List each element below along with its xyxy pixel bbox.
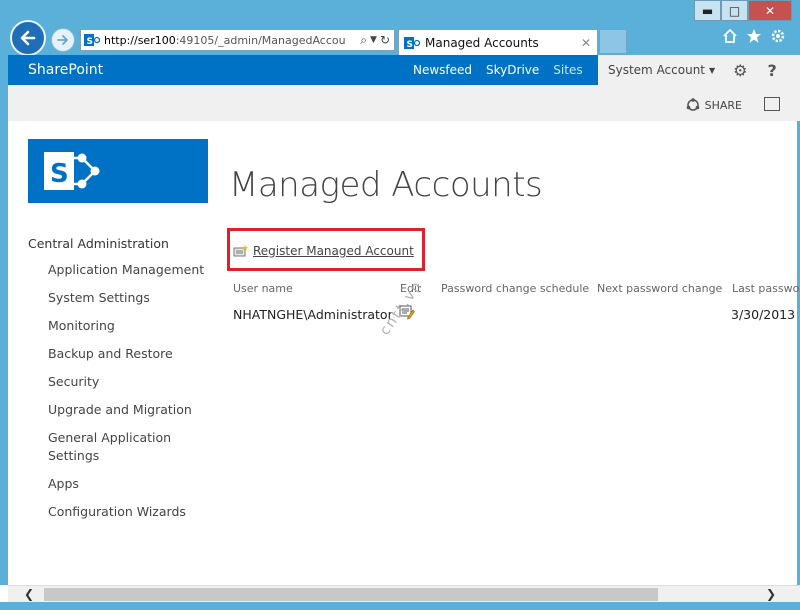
close-button[interactable]: ✕ [748,0,792,21]
sharepoint-favicon-icon: S [404,36,420,50]
scroll-left-icon[interactable]: ❮ [24,587,34,601]
svg-text:S: S [407,40,413,50]
scrollbar-thumb[interactable] [44,588,658,601]
page-title: Managed Accounts [229,165,543,205]
user-bar: System Account ▼ ⚙ ? [598,55,800,85]
tab-close-icon[interactable]: ✕ [581,36,597,50]
window-frame-bottom [0,602,800,610]
help-icon[interactable]: ? [768,61,777,80]
share-label: SHARE [704,98,742,112]
share-icon [686,98,699,111]
tab-managed-accounts[interactable]: S Managed Accounts ✕ [398,29,598,55]
window-controls: ▬ □ ✕ [694,0,792,21]
nav-header-central-administration[interactable]: Central Administration [28,236,218,251]
quick-launch: Central Administration Application Manag… [28,236,218,531]
user-name: System Account [608,63,706,77]
svg-text:S: S [87,37,93,47]
col-password-change-schedule[interactable]: Password change schedule [441,282,589,295]
scroll-right-icon[interactable]: ❯ [766,587,776,601]
nav-general-application-settings[interactable]: General Application Settings [28,429,218,465]
address-bar[interactable]: S http://ser100:49105/_admin/ManagedAcco… [80,29,395,51]
address-tools: ⌕ ▼ ↻ [360,33,394,48]
nav-upgrade-and-migration[interactable]: Upgrade and Migration [28,401,218,419]
tab-title: Managed Accounts [425,35,539,50]
focus-on-content-icon[interactable] [764,97,780,111]
nav-system-settings[interactable]: System Settings [28,289,218,307]
svg-text:S: S [50,159,69,189]
minimize-button[interactable]: ▬ [694,0,721,21]
nav-monitoring[interactable]: Monitoring [28,317,218,335]
search-icon[interactable]: ⌕ [360,33,367,48]
col-user-name[interactable]: User name [233,282,293,295]
site-logo[interactable]: S [28,139,208,203]
horizontal-scrollbar[interactable]: ❮ ❯ [8,585,800,602]
table-row-user: NHATNGHE\Administrator [233,307,393,322]
refresh-icon[interactable]: ↻ [380,33,390,47]
col-next-password-change[interactable]: Next password change [597,282,722,295]
nav-security[interactable]: Security [28,373,218,391]
top-nav: Newsfeed SkyDrive Sites [413,63,583,77]
suite-bar: SharePoint Newsfeed SkyDrive Sites Syste… [8,55,800,85]
nav-configuration-wizards[interactable]: Configuration Wizards [28,503,218,521]
nav-apps[interactable]: Apps [28,475,218,493]
user-menu[interactable]: System Account ▼ [608,63,715,77]
nav-backup-and-restore[interactable]: Backup and Restore [28,345,218,363]
sharepoint-logo-icon: S [44,152,100,190]
settings-gear-icon[interactable]: ⚙ [733,61,747,80]
new-item-icon [233,245,248,257]
gear-icon[interactable] [770,28,786,44]
url-text: http://ser100:49105/_admin/ManagedAccou [104,34,360,47]
col-last-password-change[interactable]: Last passwo [732,282,799,295]
url-host: http://ser100 [104,33,176,47]
url-path: :49105/_admin/ManagedAccou [175,33,346,47]
chevron-down-icon: ▼ [709,65,716,75]
dropdown-icon[interactable]: ▼ [370,35,377,45]
table-row-last-change: 3/30/2013 [731,307,796,322]
nav-skydrive[interactable]: SkyDrive [486,63,539,77]
ribbon: SHARE [8,85,800,121]
arrow-left-icon [20,30,36,46]
back-button[interactable] [10,20,46,56]
nav-sites[interactable]: Sites [553,63,582,77]
nav-newsfeed[interactable]: Newsfeed [413,63,472,77]
maximize-button[interactable]: □ [721,0,748,21]
window-frame-left [0,55,8,585]
nav-application-management[interactable]: Application Management [28,261,218,279]
brand-name[interactable]: SharePoint [28,62,103,78]
favorites-star-icon[interactable] [746,28,762,44]
arrow-right-icon [57,35,68,45]
register-managed-account-link[interactable]: Register Managed Account [233,244,414,258]
browser-toolbar-icons [722,28,786,44]
new-tab-button[interactable] [599,29,627,54]
sharepoint-favicon-icon: S [84,34,100,47]
home-icon[interactable] [722,28,738,44]
forward-button[interactable] [51,28,75,52]
register-label: Register Managed Account [253,244,414,258]
share-button[interactable]: SHARE [686,98,742,112]
